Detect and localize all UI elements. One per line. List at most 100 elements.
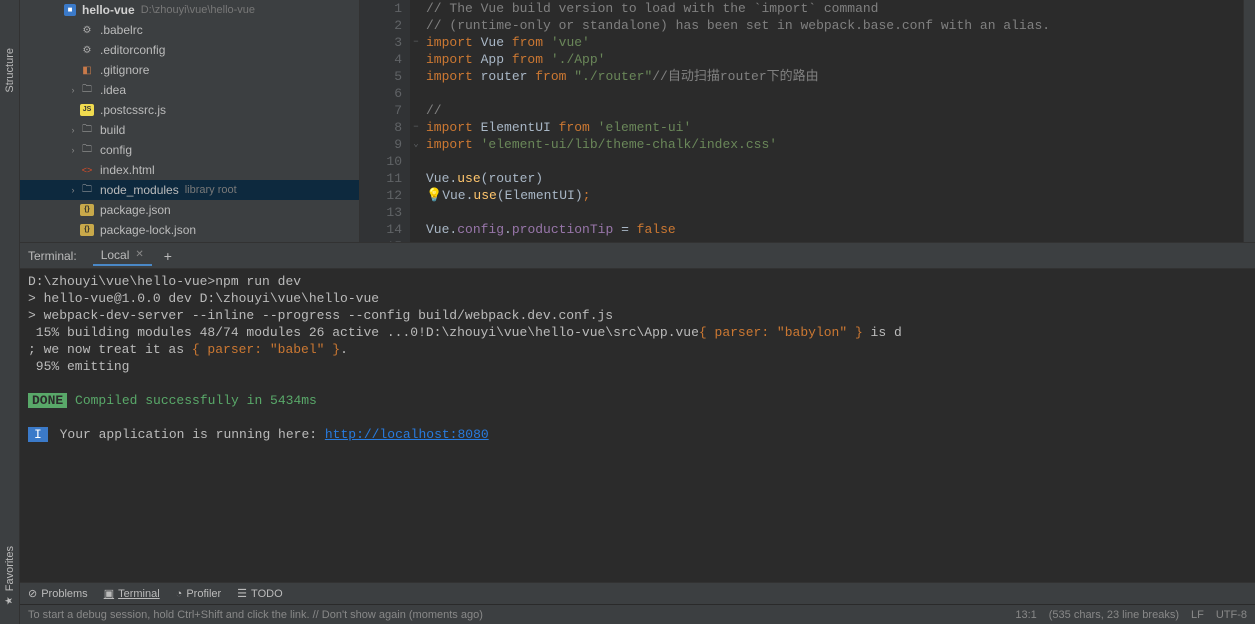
code-editor[interactable]: 123456789101112131415 −−⌄ // The Vue bui… xyxy=(360,0,1255,242)
terminal-tab-bar: Terminal: Local ✕ + xyxy=(20,243,1255,269)
code-line[interactable]: import ElementUI from 'element-ui' xyxy=(426,119,1243,136)
tree-item-build[interactable]: ›🗀 build xyxy=(20,120,359,140)
tree-item-label: build xyxy=(100,123,125,137)
terminal-line xyxy=(28,375,1247,392)
code-line[interactable]: 💡Vue.use(ElementUI); xyxy=(426,187,1243,204)
json-file-icon: {} xyxy=(80,224,94,236)
terminal-line: D:\zhouyi\vue\hello-vue>npm run dev xyxy=(28,273,1247,290)
folder-icon: 🗀 xyxy=(80,123,94,137)
tab-todo[interactable]: ☰TODO xyxy=(237,587,282,600)
file-encoding[interactable]: UTF-8 xyxy=(1216,609,1247,621)
favorites-tool-button[interactable]: ★ Favorites xyxy=(2,538,18,614)
code-line[interactable]: Vue.use(router) xyxy=(426,170,1243,187)
tree-arrow-icon[interactable]: › xyxy=(68,85,78,95)
line-gutter: 123456789101112131415 xyxy=(360,0,410,242)
folder-icon: 🗀 xyxy=(80,183,94,197)
tree-item-package-json[interactable]: {} package.json xyxy=(20,200,359,220)
code-line[interactable] xyxy=(426,204,1243,221)
warning-icon: ⊘ xyxy=(28,587,37,600)
terminal-line: 95% emitting xyxy=(28,358,1247,375)
tree-item--babelrc[interactable]: ⚙ .babelrc xyxy=(20,20,359,40)
project-path-hint: D:\zhouyi\vue\hello-vue xyxy=(141,4,255,16)
gear-icon: ⚙ xyxy=(80,43,94,57)
fold-column[interactable]: −−⌄ xyxy=(410,0,422,242)
folder-icon: 🗀 xyxy=(80,83,94,97)
add-terminal-button[interactable]: + xyxy=(156,248,180,264)
tree-arrow-icon[interactable]: › xyxy=(68,185,78,195)
code-line[interactable]: import 'element-ui/lib/theme-chalk/index… xyxy=(426,136,1243,153)
tree-item-index-html[interactable]: <> index.html xyxy=(20,160,359,180)
code-line[interactable]: import Vue from 'vue' xyxy=(426,34,1243,51)
tree-item-package-lock-json[interactable]: {} package-lock.json xyxy=(20,220,359,240)
gear-icon: ⚙ xyxy=(80,23,94,37)
bulb-icon[interactable]: 💡 xyxy=(426,188,442,203)
structure-label: Structure xyxy=(4,48,16,93)
terminal-panel: Terminal: Local ✕ + D:\zhouyi\vue\hello-… xyxy=(20,242,1255,582)
tree-item-node_modules[interactable]: ›🗀node_moduleslibrary root xyxy=(20,180,359,200)
close-icon[interactable]: ✕ xyxy=(135,249,143,260)
code-line[interactable]: // xyxy=(426,102,1243,119)
editor-scrollbar[interactable] xyxy=(1243,0,1255,242)
code-line[interactable]: import router from "./router"//自动扫描route… xyxy=(426,68,1243,85)
status-bar: To start a debug session, hold Ctrl+Shif… xyxy=(20,604,1255,624)
terminal-done-line: DONE Compiled successfully in 5434ms xyxy=(28,392,1247,409)
project-tree[interactable]: ■hello-vueD:\zhouyi\vue\hello-vue⚙.babel… xyxy=(20,0,360,242)
terminal-line: 15% building modules 48/74 modules 26 ac… xyxy=(28,324,1247,341)
file-stats: (535 chars, 23 line breaks) xyxy=(1049,609,1179,621)
json-file-icon: {} xyxy=(80,204,94,216)
tree-item-label: index.html xyxy=(100,163,155,177)
code-line[interactable]: // (runtime-only or standalone) has been… xyxy=(426,17,1243,34)
code-line[interactable]: Vue.config.productionTip = false xyxy=(426,221,1243,238)
code-line[interactable] xyxy=(426,85,1243,102)
tree-item-config[interactable]: ›🗀 config xyxy=(20,140,359,160)
code-line[interactable]: import App from './App' xyxy=(426,51,1243,68)
tree-item-label: .gitignore xyxy=(100,63,149,77)
terminal-line: > hello-vue@1.0.0 dev D:\zhouyi\vue\hell… xyxy=(28,290,1247,307)
tree-item--postcssrc-js[interactable]: JS .postcssrc.js xyxy=(20,100,359,120)
main-column: ■hello-vueD:\zhouyi\vue\hello-vue⚙.babel… xyxy=(20,0,1255,624)
favorites-label: Favorites xyxy=(4,546,16,591)
profiler-icon: ◔ xyxy=(176,588,183,600)
tree-item-label: config xyxy=(100,143,132,157)
server-url-link[interactable]: http://localhost:8080 xyxy=(325,427,489,442)
code-line[interactable] xyxy=(426,153,1243,170)
terminal-line: ; we now treat it as { parser: "babel" }… xyxy=(28,341,1247,358)
terminal-tab-label: Local xyxy=(101,248,130,262)
done-badge: DONE xyxy=(28,393,67,408)
line-separator[interactable]: LF xyxy=(1191,609,1204,621)
star-icon: ★ xyxy=(4,595,15,606)
structure-tool-button[interactable]: Structure xyxy=(2,40,18,101)
todo-icon: ☰ xyxy=(237,587,247,600)
code-line[interactable]: // The Vue build version to load with th… xyxy=(426,0,1243,17)
info-badge: I xyxy=(28,427,48,442)
tree-item--editorconfig[interactable]: ⚙ .editorconfig xyxy=(20,40,359,60)
tab-terminal[interactable]: ▣Terminal xyxy=(104,587,160,600)
terminal-line xyxy=(28,409,1247,426)
folder-icon: 🗀 xyxy=(80,143,94,157)
tab-profiler[interactable]: ◔Profiler xyxy=(176,588,222,600)
terminal-info-line: I Your application is running here: http… xyxy=(28,426,1247,443)
tree-item-hello-vue[interactable]: ■hello-vueD:\zhouyi\vue\hello-vue xyxy=(20,0,359,20)
git-file-icon: ◧ xyxy=(80,63,94,77)
tree-arrow-icon[interactable]: › xyxy=(68,125,78,135)
tree-item-label: .postcssrc.js xyxy=(100,103,166,117)
terminal-output[interactable]: D:\zhouyi\vue\hello-vue>npm run dev > he… xyxy=(20,269,1255,582)
terminal-line: > webpack-dev-server --inline --progress… xyxy=(28,307,1247,324)
tree-item-label: hello-vue xyxy=(82,3,135,17)
tree-item-label: .editorconfig xyxy=(100,43,165,57)
caret-position[interactable]: 13:1 xyxy=(1015,609,1036,621)
terminal-tab-local[interactable]: Local ✕ xyxy=(93,246,152,266)
js-file-icon: JS xyxy=(80,104,94,116)
tree-item-label: package.json xyxy=(100,203,171,217)
upper-area: ■hello-vueD:\zhouyi\vue\hello-vue⚙.babel… xyxy=(20,0,1255,242)
tree-item--idea[interactable]: ›🗀.idea xyxy=(20,80,359,100)
html-file-icon: <> xyxy=(80,163,94,177)
code-area[interactable]: // The Vue build version to load with th… xyxy=(422,0,1243,242)
tree-item-label: .babelrc xyxy=(100,23,143,37)
tree-item-label: package-lock.json xyxy=(100,223,196,237)
tree-arrow-icon[interactable]: › xyxy=(68,145,78,155)
tab-problems[interactable]: ⊘Problems xyxy=(28,587,88,600)
tree-item--gitignore[interactable]: ◧ .gitignore xyxy=(20,60,359,80)
library-root-hint: library root xyxy=(185,184,237,196)
left-tool-strip: Structure ★ Favorites xyxy=(0,0,20,624)
